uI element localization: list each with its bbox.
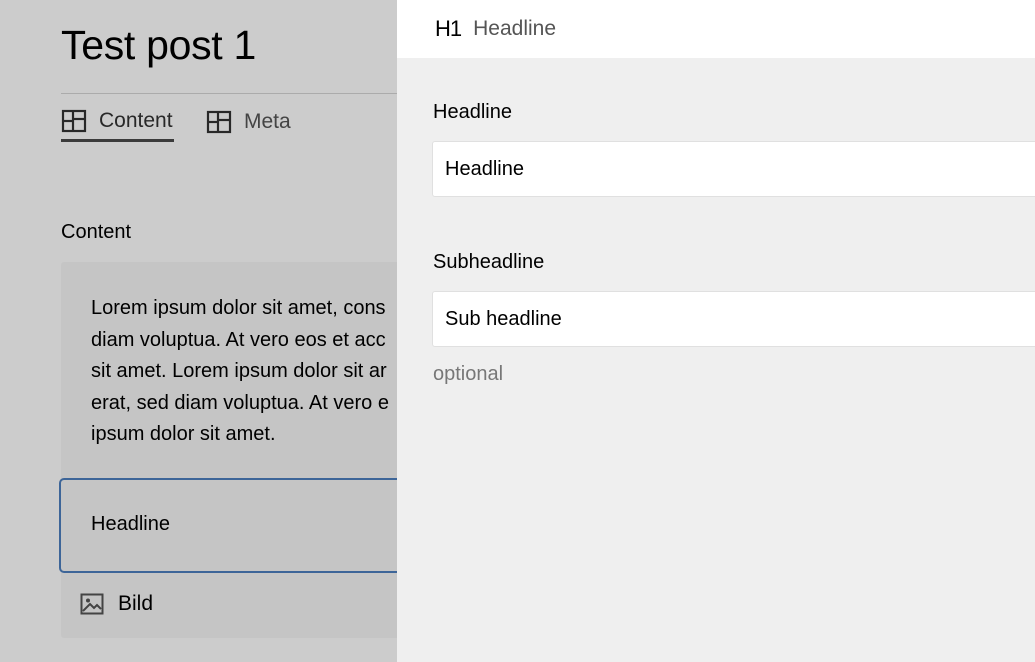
headline-input[interactable]: Headline xyxy=(432,141,1035,197)
drawer-header: H1 Headline xyxy=(397,0,1035,58)
edit-drawer: H1 Headline Headline Headline Subheadlin… xyxy=(397,0,1035,662)
drawer-title: Headline xyxy=(473,17,557,40)
subheadline-input[interactable]: Sub headline xyxy=(432,291,1035,347)
subheadline-label: Subheadline xyxy=(433,251,545,273)
heading-icon: H1 xyxy=(435,16,462,41)
subheadline-hint: optional xyxy=(433,363,504,385)
headline-label: Headline xyxy=(433,101,512,123)
